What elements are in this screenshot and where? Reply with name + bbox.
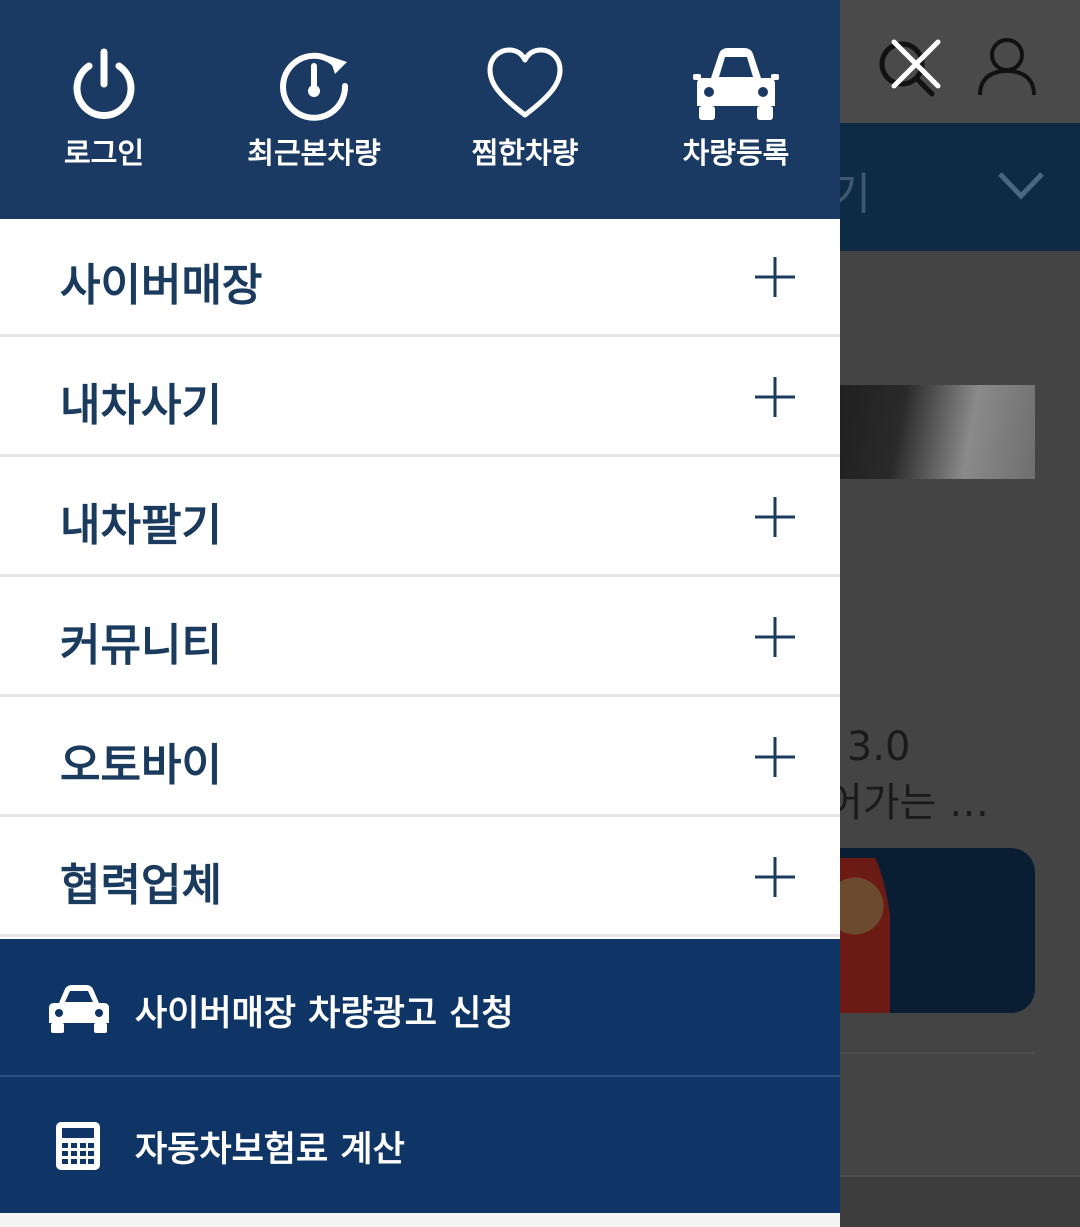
background-car-photo <box>810 385 1035 479</box>
cyber-store-ad-apply-button[interactable]: 사이버매장 차량광고 신청 <box>0 939 840 1075</box>
menu-item-label: 오토바이 <box>60 740 222 791</box>
drawer-bottom-strip <box>0 1213 840 1227</box>
plus-icon[interactable] <box>753 735 797 779</box>
action-label: 자동차보험료 계산 <box>135 1130 405 1170</box>
quick-link-favorites[interactable]: 찜한차량 <box>425 40 625 172</box>
chevron-down-icon <box>998 172 1044 200</box>
menu-item-cyber-store[interactable]: 사이버매장 <box>0 219 840 337</box>
drawer-quick-links: 로그인 최근본차량 찜한차량 차량등록 <box>0 0 840 219</box>
car-icon <box>49 985 109 1033</box>
plus-icon[interactable] <box>753 495 797 539</box>
menu-item-sell-car[interactable]: 내차팔기 <box>0 459 840 577</box>
menu-item-community[interactable]: 커뮤니티 <box>0 579 840 697</box>
quick-link-label: 찜한차량 <box>471 136 579 170</box>
menu-item-motorcycle[interactable]: 오토바이 <box>0 699 840 817</box>
plus-icon[interactable] <box>753 855 797 899</box>
quick-link-label: 차량등록 <box>682 136 790 170</box>
menu-item-partners[interactable]: 협력업체 <box>0 819 840 937</box>
side-drawer: 로그인 최근본차량 찜한차량 차량등록 사이버매장 내차사기 내차팔기 커뮤니티… <box>0 0 840 1227</box>
plus-icon[interactable] <box>753 255 797 299</box>
quick-link-recent[interactable]: 최근본차량 <box>214 40 414 172</box>
menu-item-label: 협력업체 <box>60 860 222 911</box>
background-divider <box>840 1052 1035 1054</box>
menu-item-label: 커뮤니티 <box>60 620 222 671</box>
quick-link-register-car[interactable]: 차량등록 <box>636 40 836 172</box>
user-icon <box>978 38 1036 96</box>
plus-icon[interactable] <box>753 375 797 419</box>
quick-link-label: 로그인 <box>63 136 145 170</box>
close-icon[interactable] <box>886 34 946 94</box>
calculator-icon <box>56 1122 100 1170</box>
history-clock-icon <box>280 52 349 121</box>
quick-link-label: 최근본차량 <box>247 136 381 170</box>
menu-item-label: 내차팔기 <box>60 500 222 551</box>
power-icon <box>73 48 135 119</box>
action-label: 사이버매장 차량광고 신청 <box>135 994 514 1034</box>
quick-link-login[interactable]: 로그인 <box>4 40 204 172</box>
background-snippet-line2: 어가는 … <box>826 780 990 826</box>
menu-item-buy-car[interactable]: 내차사기 <box>0 339 840 457</box>
car-insurance-calc-button[interactable]: 자동차보험료 계산 <box>0 1077 840 1213</box>
car-icon <box>693 48 779 120</box>
menu-item-label: 사이버매장 <box>60 260 263 311</box>
menu-item-label: 내차사기 <box>60 380 222 431</box>
heart-icon <box>487 47 563 118</box>
background-bottom-bar <box>840 1175 1080 1227</box>
plus-icon[interactable] <box>753 615 797 659</box>
